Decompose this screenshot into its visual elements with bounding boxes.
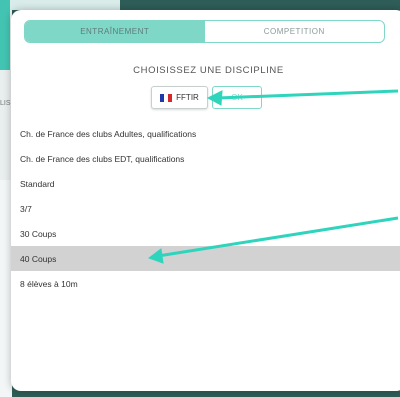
arrow-to-list-icon bbox=[147, 216, 399, 264]
annotation-arrows bbox=[147, 89, 399, 264]
arrow-to-federation-icon bbox=[206, 89, 399, 106]
